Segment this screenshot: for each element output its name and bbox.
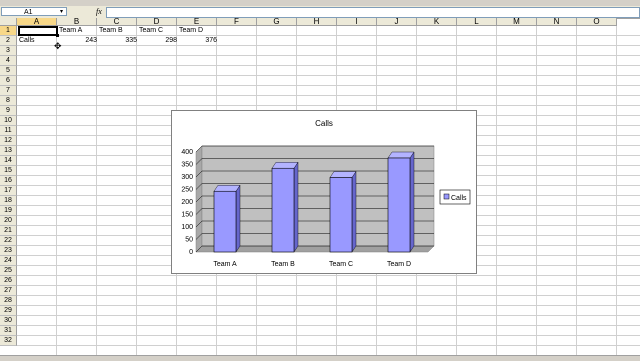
bar-top <box>329 171 357 178</box>
active-cell-border <box>18 26 58 36</box>
column-header-h[interactable]: H <box>297 18 337 26</box>
bar-top <box>213 185 241 192</box>
row-header-24[interactable]: 24 <box>0 256 17 266</box>
chevron-down-icon[interactable]: ▾ <box>58 9 65 15</box>
row-header-5[interactable]: 5 <box>0 66 17 76</box>
formula-input[interactable] <box>106 7 640 18</box>
row-header-15[interactable]: 15 <box>0 166 17 176</box>
row-header-29[interactable]: 29 <box>0 306 17 316</box>
row-header-23[interactable]: 23 <box>0 246 17 256</box>
x-tick-label: Team A <box>213 261 237 268</box>
y-tick-label: 250 <box>181 187 193 194</box>
row-header-19[interactable]: 19 <box>0 206 17 216</box>
row-header-26[interactable]: 26 <box>0 276 17 286</box>
row-header-7[interactable]: 7 <box>0 86 17 96</box>
row-header-18[interactable]: 18 <box>0 196 17 206</box>
name-box[interactable]: A1 ▾ <box>1 7 67 16</box>
row-header-22[interactable]: 22 <box>0 236 17 246</box>
row-header-10[interactable]: 10 <box>0 116 17 126</box>
cell-d2[interactable]: 298 <box>138 36 178 46</box>
chart-title: Calls <box>315 119 333 128</box>
row-header-8[interactable]: 8 <box>0 96 17 106</box>
x-tick-label: Team B <box>271 261 295 268</box>
row-header-12[interactable]: 12 <box>0 136 17 146</box>
column-header-o[interactable]: O <box>577 18 617 26</box>
bar-team-c <box>329 177 353 253</box>
y-tick-label: 300 <box>181 174 193 181</box>
y-tick-label: 150 <box>181 212 193 219</box>
cell-b2[interactable]: 243 <box>58 36 98 46</box>
row-header-17[interactable]: 17 <box>0 186 17 196</box>
column-header-e[interactable]: E <box>177 18 217 26</box>
cell-c1[interactable]: Team B <box>98 26 138 36</box>
y-tick-label: 50 <box>185 237 193 244</box>
cell-c2[interactable]: 335 <box>98 36 138 46</box>
column-header-a[interactable]: A <box>17 18 57 26</box>
x-tick-label: Team D <box>387 261 411 268</box>
legend-label: Calls <box>451 195 467 202</box>
row-header-28[interactable]: 28 <box>0 296 17 306</box>
cell-b1[interactable]: Team A <box>58 26 98 36</box>
cell-d1[interactable]: Team C <box>138 26 178 36</box>
column-header-d[interactable]: D <box>137 18 177 26</box>
cell-e2[interactable]: 376 <box>178 36 218 46</box>
row-header-31[interactable]: 31 <box>0 326 17 336</box>
row-header-30[interactable]: 30 <box>0 316 17 326</box>
row-header-4[interactable]: 4 <box>0 56 17 66</box>
bar-side <box>235 184 241 253</box>
bar-team-a <box>213 190 237 253</box>
cursor-icon: ✥ <box>54 41 62 51</box>
y-tick-label: 100 <box>181 224 193 231</box>
column-header-l[interactable]: L <box>457 18 497 26</box>
chart-object[interactable]: Calls 0 50 100 150 200 250 300 350 400 Team A Team … <box>171 110 477 274</box>
row-header-16[interactable]: 16 <box>0 176 17 186</box>
y-tick-label: 200 <box>181 199 193 206</box>
cell-e1[interactable]: Team D <box>178 26 218 36</box>
y-tick-label: 400 <box>181 149 193 156</box>
row-header-2[interactable]: 2 <box>0 36 17 46</box>
column-header-c[interactable]: C <box>97 18 137 26</box>
bar-side <box>293 161 299 253</box>
legend-swatch <box>443 193 450 200</box>
cell-a2[interactable]: Calls <box>18 36 58 46</box>
bar-side <box>351 170 357 253</box>
select-all-corner[interactable] <box>0 18 17 26</box>
row-header-32[interactable]: 32 <box>0 336 17 346</box>
row-header-11[interactable]: 11 <box>0 126 17 136</box>
row-header-6[interactable]: 6 <box>0 76 17 86</box>
bar-chart: Calls 0 50 100 150 200 250 300 350 400 Team A Team … <box>181 119 471 268</box>
row-header-9[interactable]: 9 <box>0 106 17 116</box>
column-header-n[interactable]: N <box>537 18 577 26</box>
row-header-14[interactable]: 14 <box>0 156 17 166</box>
bar-team-d <box>387 157 411 253</box>
bar-top <box>271 162 299 169</box>
row-header-20[interactable]: 20 <box>0 216 17 226</box>
y-tick-label: 350 <box>181 162 193 169</box>
row-header-13[interactable]: 13 <box>0 146 17 156</box>
bar-team-b <box>271 167 295 253</box>
column-header-f[interactable]: F <box>217 18 257 26</box>
fill-handle[interactable] <box>56 34 59 37</box>
bar-top <box>387 151 415 159</box>
column-header-m[interactable]: M <box>497 18 537 26</box>
row-header-1[interactable]: 1 <box>0 26 17 36</box>
column-header-i[interactable]: I <box>337 18 377 26</box>
bar-side <box>409 151 415 253</box>
row-header-25[interactable]: 25 <box>0 266 17 276</box>
y-tick-label: 0 <box>189 249 193 256</box>
row-header-21[interactable]: 21 <box>0 226 17 236</box>
name-box-value: A1 <box>24 9 33 16</box>
column-header-g[interactable]: G <box>257 18 297 26</box>
row-header-27[interactable]: 27 <box>0 286 17 296</box>
function-icon[interactable]: fx <box>96 6 102 18</box>
row-header-3[interactable]: 3 <box>0 46 17 56</box>
column-header-j[interactable]: J <box>377 18 417 26</box>
sheet-tabs-bar <box>0 355 640 361</box>
x-tick-label: Team C <box>329 261 353 268</box>
column-header-k[interactable]: K <box>417 18 457 26</box>
column-header-b[interactable]: B <box>57 18 97 26</box>
